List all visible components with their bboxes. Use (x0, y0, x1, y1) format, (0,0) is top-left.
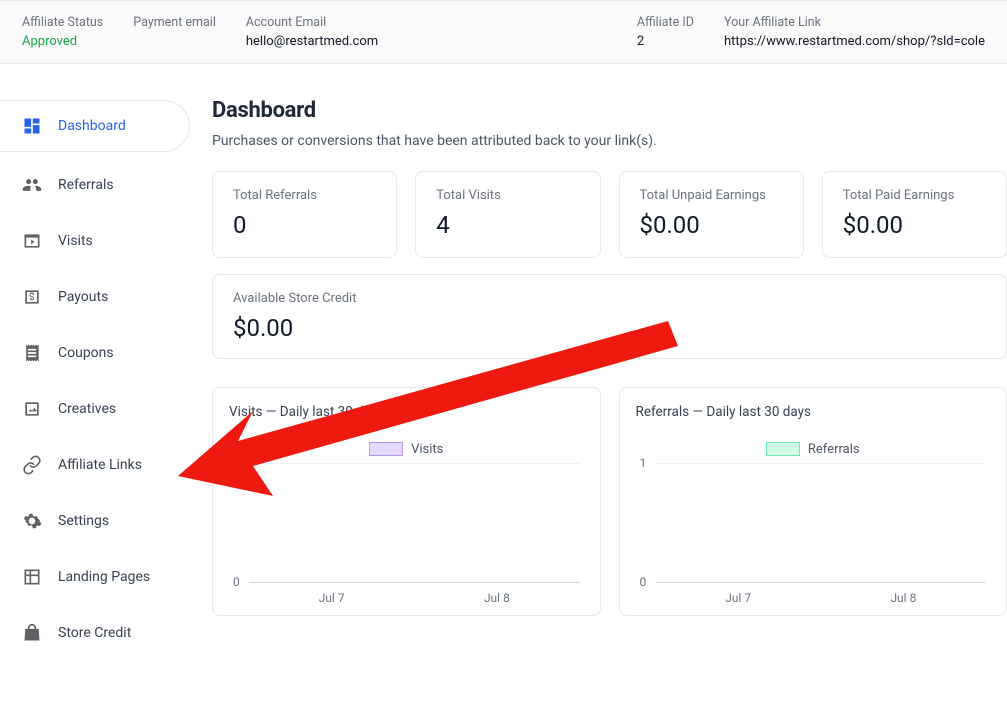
sidebar-item-visits[interactable]: Visits (0, 218, 190, 264)
chart-title: Visits — Daily last 30 days (229, 404, 584, 420)
chart-plot-area: 1 0 (656, 463, 987, 583)
sidebar-item-label: Creatives (58, 402, 116, 416)
affiliate-id-value: 2 (637, 34, 694, 49)
affiliate-link-label: Your Affiliate Link (724, 15, 985, 30)
legend-label: Visits (411, 442, 443, 457)
browser-icon (22, 231, 42, 251)
account-email-label: Account Email (246, 15, 378, 30)
x-tick: Jul 8 (890, 591, 916, 605)
affiliate-id: Affiliate ID 2 (637, 15, 694, 49)
account-email: Account Email hello@restartmed.com (246, 15, 378, 49)
sidebar-item-referrals[interactable]: Referrals (0, 162, 190, 208)
payment-email-label: Payment email (133, 15, 216, 30)
kpi-label: Total Unpaid Earnings (640, 188, 783, 205)
sidebar-item-label: Store Credit (58, 626, 131, 640)
page-title: Dashboard (212, 98, 1007, 123)
charts-row: Visits — Daily last 30 days Visits 1 0 J… (212, 387, 1007, 616)
header-info-bar: Affiliate Status Approved Payment email … (0, 0, 1007, 64)
sidebar-item-label: Visits (58, 234, 93, 248)
image-icon (22, 399, 42, 419)
sidebar-item-affiliate-links[interactable]: Affiliate Links (0, 442, 190, 488)
legend-label: Referrals (808, 442, 860, 457)
kpi-label: Total Referrals (233, 188, 376, 205)
sidebar-item-settings[interactable]: Settings (0, 498, 190, 544)
chart-x-axis: Jul 7 Jul 8 (656, 591, 987, 605)
available-store-credit-card: Available Store Credit $0.00 (212, 274, 1007, 359)
kpi-label: Total Paid Earnings (843, 188, 986, 205)
kpi-total-visits: Total Visits 4 (415, 171, 600, 258)
affiliate-link: Your Affiliate Link https://www.restartm… (724, 15, 985, 49)
chart-legend: Visits (229, 442, 584, 457)
sidebar-item-label: Coupons (58, 346, 114, 360)
chart-x-axis: Jul 7 Jul 8 (249, 591, 580, 605)
chart-referrals: Referrals — Daily last 30 days Referrals… (619, 387, 1007, 616)
legend-swatch-referrals (766, 442, 800, 456)
legend-swatch-visits (369, 442, 403, 456)
link-icon (22, 455, 42, 475)
kpi-value: 0 (233, 211, 376, 239)
payment-email: Payment email (133, 15, 216, 30)
kpi-row: Total Referrals 0 Total Visits 4 Total U… (212, 171, 1007, 258)
kpi-value: $0.00 (843, 211, 986, 239)
credit-label: Available Store Credit (233, 291, 986, 308)
sidebar-item-label: Settings (58, 514, 109, 528)
sidebar-item-label: Affiliate Links (58, 458, 142, 472)
sidebar-nav: Dashboard Referrals Visits Payouts Coupo… (0, 64, 190, 666)
sidebar-item-dashboard[interactable]: Dashboard (0, 100, 190, 152)
x-tick: Jul 7 (725, 591, 751, 605)
affiliate-status-label: Affiliate Status (22, 15, 103, 30)
chart-legend: Referrals (636, 442, 991, 457)
x-tick: Jul 8 (484, 591, 510, 605)
affiliate-id-label: Affiliate ID (637, 15, 694, 30)
y-tick: 1 (233, 456, 240, 470)
x-tick: Jul 7 (319, 591, 345, 605)
chart-title: Referrals — Daily last 30 days (636, 404, 991, 420)
affiliate-status-value: Approved (22, 34, 103, 49)
y-tick: 0 (233, 575, 240, 589)
kpi-total-referrals: Total Referrals 0 (212, 171, 397, 258)
y-tick: 1 (640, 456, 647, 470)
sidebar-item-label: Dashboard (58, 119, 126, 133)
sidebar-item-coupons[interactable]: Coupons (0, 330, 190, 376)
shopping-bag-icon (22, 623, 42, 643)
sidebar-item-label: Payouts (58, 290, 108, 304)
affiliate-link-value[interactable]: https://www.restartmed.com/shop/?sld=col… (724, 34, 985, 49)
sidebar-item-store-credit[interactable]: Store Credit (0, 610, 190, 656)
chart-plot-area: 1 0 (249, 463, 580, 583)
kpi-value: 4 (436, 211, 579, 239)
kpi-value: $0.00 (640, 211, 783, 239)
kpi-label: Total Visits (436, 188, 579, 205)
sidebar-item-label: Referrals (58, 178, 114, 192)
sidebar-item-creatives[interactable]: Creatives (0, 386, 190, 432)
y-tick: 0 (640, 575, 647, 589)
sidebar-item-landing-pages[interactable]: Landing Pages (0, 554, 190, 600)
account-email-value: hello@restartmed.com (246, 34, 378, 49)
page-subtitle: Purchases or conversions that have been … (212, 133, 1007, 149)
people-icon (22, 175, 42, 195)
sidebar-item-payouts[interactable]: Payouts (0, 274, 190, 320)
kpi-total-paid: Total Paid Earnings $0.00 (822, 171, 1007, 258)
affiliate-status: Affiliate Status Approved (22, 15, 103, 49)
receipt-icon (22, 343, 42, 363)
grid-icon (22, 567, 42, 587)
kpi-total-unpaid: Total Unpaid Earnings $0.00 (619, 171, 804, 258)
dashboard-icon (22, 116, 42, 136)
payout-icon (22, 287, 42, 307)
gear-icon (22, 511, 42, 531)
credit-value: $0.00 (233, 314, 986, 342)
sidebar-item-label: Landing Pages (58, 570, 150, 584)
main-content: Dashboard Purchases or conversions that … (190, 64, 1007, 666)
chart-visits: Visits — Daily last 30 days Visits 1 0 J… (212, 387, 601, 616)
